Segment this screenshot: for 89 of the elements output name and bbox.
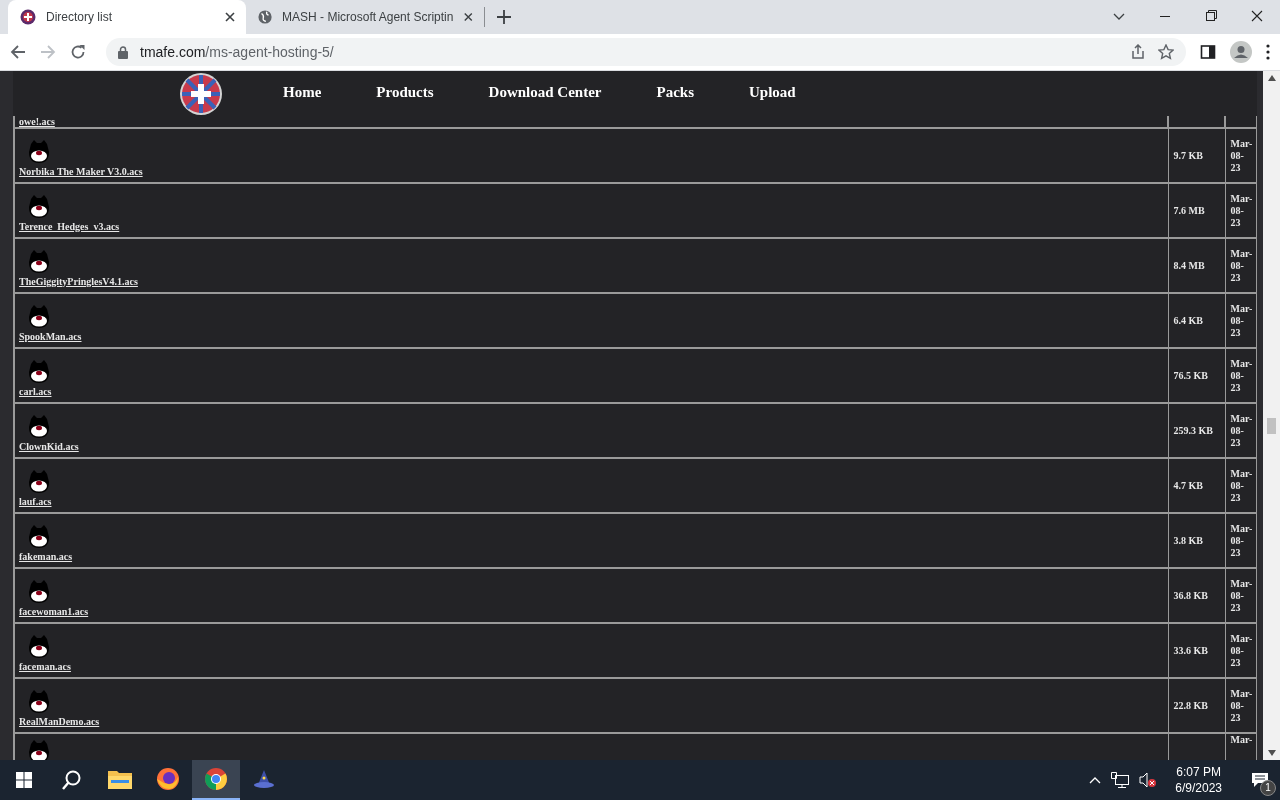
- file-link[interactable]: Norbika The Maker V3.0.acs: [19, 166, 143, 177]
- file-link[interactable]: carl.acs: [19, 386, 52, 397]
- windows-logo-icon: [16, 772, 32, 788]
- profile-icon[interactable]: [1230, 41, 1252, 63]
- lock-icon: [118, 45, 128, 59]
- file-size: 36.8 KB: [1173, 590, 1208, 601]
- agent-face-icon: [28, 250, 50, 274]
- file-date: Mar-08-23: [1230, 577, 1253, 613]
- scrollbar[interactable]: [1263, 71, 1280, 760]
- agent-face-icon: [28, 635, 50, 659]
- file-link[interactable]: RealManDemo.acs: [19, 716, 100, 727]
- agent-face-icon: [28, 580, 50, 604]
- new-tab-icon[interactable]: [497, 10, 511, 24]
- menu-icon[interactable]: [1266, 44, 1270, 60]
- file-link[interactable]: lauf.acs: [19, 496, 52, 507]
- clock-date[interactable]: 6/9/2023: [1175, 780, 1222, 796]
- file-size: 9.7 KB: [1173, 150, 1203, 161]
- file-date: Mar-08-23: [1230, 412, 1253, 448]
- wizard-hat-icon: [253, 769, 275, 789]
- chevron-up-icon[interactable]: [1089, 776, 1102, 784]
- url-text: tmafe.com/ms-agent-hosting-5/: [140, 44, 335, 60]
- agent-face-icon: [28, 415, 50, 439]
- file-size: 3.8 KB: [1173, 535, 1203, 546]
- agent-face-icon: [28, 525, 50, 549]
- back-icon[interactable]: [10, 44, 26, 60]
- file-size: 6.4 KB: [1173, 315, 1203, 326]
- reload-icon[interactable]: [70, 44, 86, 60]
- file-date: Mar-08-23: [1230, 522, 1253, 558]
- file-date: Mar-: [1230, 734, 1253, 745]
- nav-link[interactable]: Download Center: [488, 71, 602, 101]
- file-link[interactable]: facewoman1.acs: [19, 606, 89, 617]
- file-date: Mar-08-23: [1230, 247, 1253, 283]
- file-link[interactable]: owe!.acs: [19, 116, 55, 127]
- close-icon[interactable]: [463, 11, 474, 23]
- file-size: 8.4 MB: [1173, 260, 1205, 271]
- globe-icon: [258, 9, 273, 25]
- file-date: Mar-08-23: [1230, 357, 1253, 393]
- scroll-down-icon[interactable]: [1267, 750, 1276, 756]
- folder-icon: [108, 769, 132, 789]
- browser-tab[interactable]: Directory list: [8, 0, 246, 34]
- file-link[interactable]: ClownKid.acs: [19, 441, 79, 452]
- side-panel-icon[interactable]: [1200, 44, 1216, 60]
- share-icon[interactable]: [1130, 44, 1146, 60]
- taskbar-app-button[interactable]: [192, 760, 240, 800]
- site-logo-icon: [20, 9, 36, 25]
- scroll-up-icon[interactable]: [1267, 75, 1276, 81]
- nav-link[interactable]: Home: [283, 71, 322, 101]
- star-icon[interactable]: [1158, 44, 1174, 60]
- agent-face-icon: [28, 470, 50, 494]
- notifications-button[interactable]: 1: [1240, 760, 1280, 800]
- agent-face-icon: [28, 140, 50, 164]
- file-date: Mar-08-23: [1230, 467, 1253, 503]
- notification-count: 1: [1260, 780, 1276, 796]
- file-link[interactable]: faceman.acs: [19, 661, 71, 672]
- file-date: Mar-08-23: [1230, 137, 1253, 173]
- file-size: 22.8 KB: [1173, 700, 1208, 711]
- agent-face-icon: [28, 360, 50, 384]
- fox-globe-icon: [156, 767, 180, 791]
- file-size: 4.7 KB: [1173, 480, 1203, 491]
- address-bar[interactable]: tmafe.com/ms-agent-hosting-5/: [106, 38, 1186, 66]
- nav-link[interactable]: Upload: [749, 71, 796, 101]
- file-date: Mar-08-23: [1230, 632, 1253, 668]
- clock-time[interactable]: 6:07 PM: [1176, 764, 1221, 780]
- file-link[interactable]: TheGiggityPringlesV4.1.acs: [19, 276, 138, 287]
- network-icon[interactable]: [1111, 772, 1130, 788]
- close-icon[interactable]: [224, 11, 236, 23]
- file-date: Mar-08-23: [1230, 687, 1253, 723]
- file-date: Mar-08-23: [1230, 302, 1253, 338]
- agent-face-icon: [28, 690, 50, 714]
- scroll-thumb[interactable]: [1267, 418, 1276, 434]
- file-link[interactable]: SpookMan.acs: [19, 331, 82, 342]
- file-link[interactable]: Terence_Hedges_v3.acs: [19, 221, 120, 232]
- agent-face-icon: [28, 305, 50, 329]
- browser-tab[interactable]: MASH - Microsoft Agent Scriptin: [246, 0, 484, 34]
- speaker-muted-icon[interactable]: [1139, 772, 1158, 788]
- file-size: 33.6 KB: [1173, 645, 1208, 656]
- file-date: Mar-08-23: [1230, 192, 1253, 228]
- file-size: 76.5 KB: [1173, 370, 1208, 381]
- site-logo[interactable]: [179, 72, 223, 116]
- file-link[interactable]: fakeman.acs: [19, 551, 73, 562]
- tab-title: Directory list: [46, 10, 113, 24]
- file-size: 259.3 KB: [1173, 425, 1213, 436]
- nav-link[interactable]: Products: [376, 71, 434, 101]
- search-icon: [62, 770, 82, 790]
- nav-link[interactable]: Packs: [656, 71, 694, 101]
- agent-face-icon: [28, 195, 50, 219]
- tab-title: MASH - Microsoft Agent Scriptin: [282, 10, 454, 24]
- file-size: 7.6 MB: [1173, 205, 1205, 216]
- chrome-icon: [204, 767, 228, 791]
